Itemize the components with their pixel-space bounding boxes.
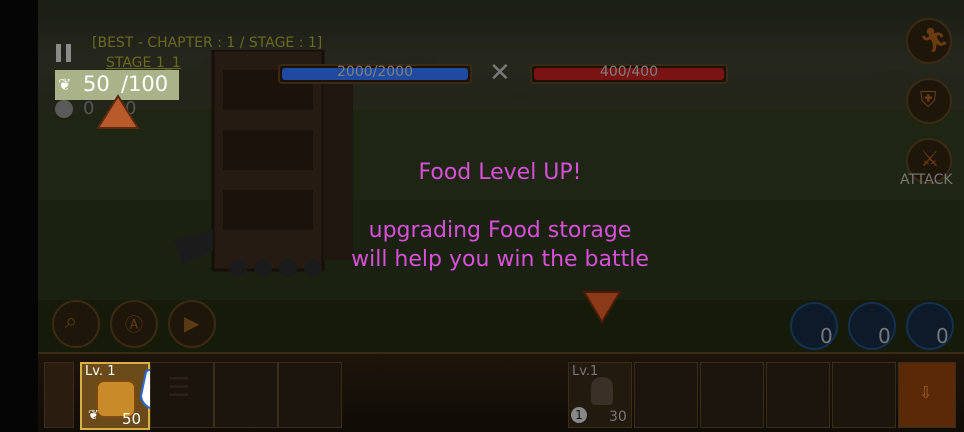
soldier-icon xyxy=(591,377,613,405)
versus-icon: ✕ xyxy=(489,58,511,88)
empty-slot-4[interactable] xyxy=(700,362,764,428)
food-upgrade-cost: 50 xyxy=(122,410,142,428)
person-icon xyxy=(55,100,73,118)
food-cost-icon: ❦ xyxy=(88,408,99,423)
skill-button-2[interactable]: 0 xyxy=(848,302,896,350)
food-max: /100 xyxy=(121,72,169,96)
exit-icon: ⇩ xyxy=(919,383,933,402)
food-icon: ❦ xyxy=(58,75,72,94)
play-speed-button[interactable]: ▶ xyxy=(168,300,216,348)
tutorial-title: Food Level UP! xyxy=(418,160,582,185)
tutorial-arrow-up-icon xyxy=(96,94,140,129)
skill-count-3: 0 xyxy=(936,324,949,348)
enemy-hp-bar: 400/400 xyxy=(530,64,728,84)
spikes-icon: ☰ xyxy=(167,373,191,403)
empty-slot-2[interactable] xyxy=(278,362,342,428)
shield-icon: ⛨ xyxy=(920,88,937,113)
empty-slot-5[interactable] xyxy=(766,362,830,428)
enemy-hp-text: 400/400 xyxy=(599,64,659,80)
weapon-slot[interactable]: ☰ xyxy=(150,362,214,428)
soldier-unit-slot[interactable]: Lv.1 1 30 xyxy=(568,362,632,428)
magnifier-icon: ⌕ xyxy=(65,309,78,334)
runner-icon: 🏃︎ xyxy=(919,26,950,54)
game-screen: [BEST - CHAPTER : 1 / STAGE : 1] STAGE 1… xyxy=(0,0,964,432)
food-level-label: Lv. 1 xyxy=(85,364,116,379)
stage-label: STAGE 1_1 xyxy=(106,55,181,71)
run-button[interactable]: 🏃︎ xyxy=(906,18,952,64)
unit-count: 0 xyxy=(83,98,95,119)
empty-slot-1[interactable] xyxy=(214,362,278,428)
empty-slot-6[interactable] xyxy=(832,362,896,428)
player-hp-bar: 2000/2000 xyxy=(278,64,472,84)
skill-count-2: 0 xyxy=(878,324,891,348)
pause-button[interactable] xyxy=(56,44,72,62)
unit-cost: 30 xyxy=(609,409,627,425)
menu-tab-left[interactable] xyxy=(44,362,74,428)
exit-button[interactable]: ⇩ xyxy=(898,362,956,428)
tutorial-arrow-down-icon xyxy=(582,291,622,324)
auto-button[interactable]: Ⓐ xyxy=(110,300,158,348)
defend-button[interactable]: ⛨ xyxy=(906,78,952,124)
unit-level-label: Lv.1 xyxy=(572,364,599,379)
skill-button-3[interactable]: 0 xyxy=(906,302,954,350)
skill-button-1[interactable]: 0 xyxy=(790,302,838,350)
attack-label: ATTACK xyxy=(900,172,953,188)
skill-count-1: 0 xyxy=(820,324,833,348)
zoom-button[interactable]: ⌕ xyxy=(52,300,100,348)
tutorial-line-1: upgrading Food storage xyxy=(368,218,632,243)
sword-icon: ⚔ xyxy=(920,147,940,172)
empty-slot-3[interactable] xyxy=(634,362,698,428)
food-current: 50 xyxy=(83,72,110,96)
play-icon: ▶ xyxy=(184,311,200,335)
player-hp-text: 2000/2000 xyxy=(337,64,413,80)
best-record-label: [BEST - CHAPTER : 1 / STAGE : 1] xyxy=(92,35,323,51)
auto-icon: Ⓐ xyxy=(125,315,143,336)
unit-badge: 1 xyxy=(571,407,587,423)
unit-slot-bar: Lv. 1 ❦ 50 ☰ Lv.1 1 30 ⇩ xyxy=(38,352,964,432)
tutorial-line-2: will help you win the battle xyxy=(351,247,649,272)
